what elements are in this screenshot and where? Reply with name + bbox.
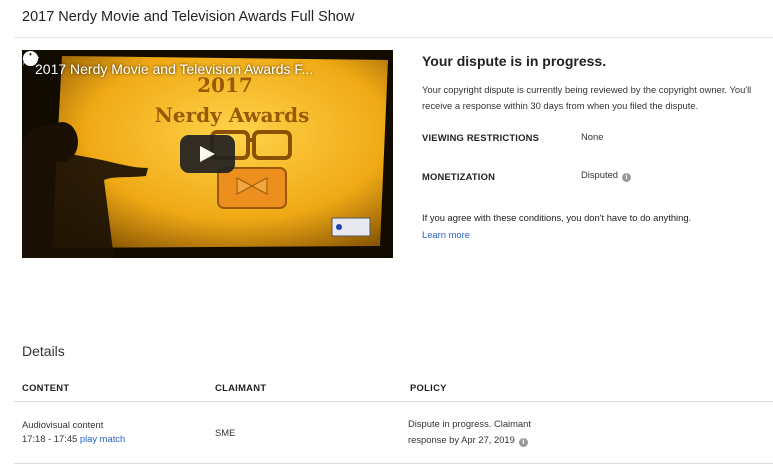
policy-line-2-wrap: response by Apr 27, 2019 i	[408, 432, 531, 448]
content-type: Audiovisual content	[22, 419, 104, 430]
play-icon	[200, 146, 215, 162]
policy-line-1: Dispute in progress. Claimant	[408, 418, 531, 429]
content-cell: Audiovisual content 17:18 - 17:45 play m…	[22, 418, 125, 446]
monetization-label: MONETIZATION	[422, 171, 496, 182]
table-bottom-divider	[14, 463, 773, 464]
video-overlay-title: 2017 Nerdy Movie and Television Awards F…	[35, 61, 314, 77]
monetization-value-wrap: Disputed i	[581, 169, 632, 182]
info-icon[interactable]: i	[622, 173, 632, 182]
agree-note: If you agree with these conditions, you …	[422, 212, 692, 223]
play-match-link[interactable]: play match	[80, 433, 125, 444]
policy-line-2: response by Apr 27, 2019	[408, 434, 515, 445]
time-range: 17:18 - 17:45	[22, 433, 78, 444]
details-heading: Details	[22, 343, 65, 359]
learn-more-link[interactable]: Learn more	[422, 229, 470, 240]
title-divider	[14, 37, 773, 38]
policy-cell: Dispute in progress. Claimant response b…	[408, 416, 531, 448]
page-title: 2017 Nerdy Movie and Television Awards F…	[22, 9, 355, 25]
video-player[interactable]: 2017 Nerdy Awards 2017 Nerdy Movie and T…	[22, 50, 393, 258]
policy-info-icon[interactable]: i	[518, 438, 528, 447]
svg-text:Nerdy Awards: Nerdy Awards	[155, 103, 310, 127]
column-header-policy: POLICY	[410, 382, 447, 393]
column-header-content: CONTENT	[22, 382, 70, 393]
claimant-cell: SME	[215, 427, 236, 438]
viewing-restrictions-label: VIEWING RESTRICTIONS	[422, 132, 540, 143]
viewing-restrictions-value: None	[581, 131, 604, 142]
time-range-line: 17:18 - 17:45 play match	[22, 432, 125, 446]
share-icon[interactable]	[22, 50, 40, 67]
column-header-claimant: CLAIMANT	[215, 382, 267, 393]
dispute-heading: Your dispute is in progress.	[422, 53, 607, 69]
dispute-description: Your copyright dispute is currently bein…	[422, 84, 752, 111]
table-header-divider	[14, 401, 773, 402]
monetization-value: Disputed	[581, 169, 619, 180]
play-button[interactable]	[180, 135, 235, 173]
